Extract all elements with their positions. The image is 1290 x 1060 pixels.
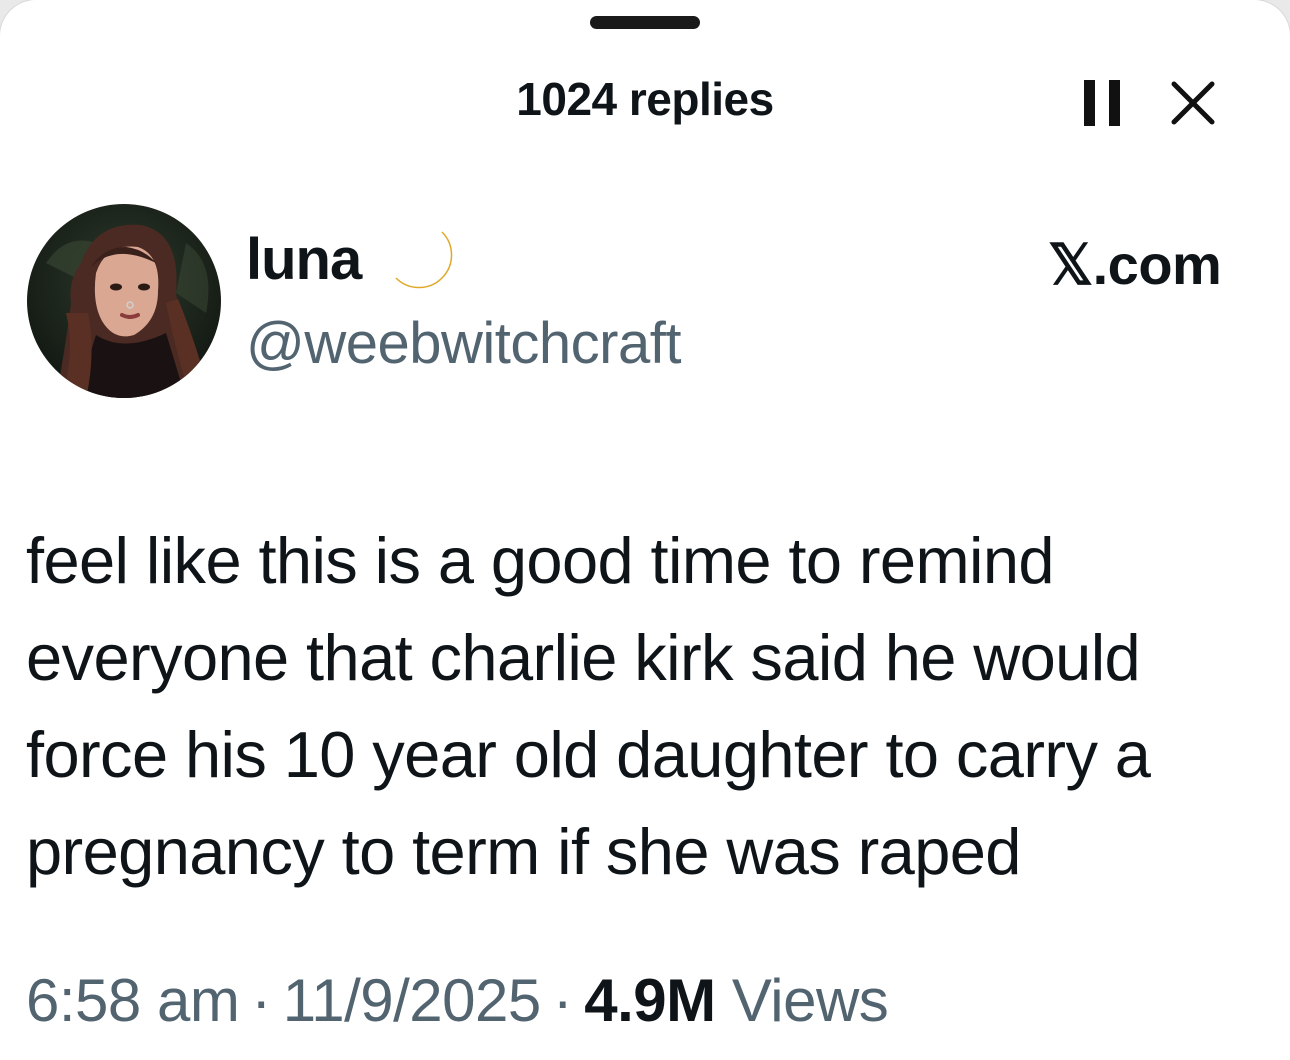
tweet-time[interactable]: 6:58 am [26,967,240,1034]
author-display-name[interactable]: luna [246,226,362,293]
author-handle[interactable]: @weebwitchcraft [246,310,681,377]
crescent-moon-icon [395,231,453,289]
source-x-com[interactable]: 𝕏.com [1048,232,1222,298]
views-count[interactable]: 4.9M [584,967,716,1034]
separator-dot: · [251,967,271,1034]
views-label: Views [731,967,889,1034]
replies-sheet: 1024 replies luna @weebwitchcraft 𝕏.com … [0,0,1290,1060]
pause-icon-bar [1109,80,1120,126]
close-icon[interactable] [1166,76,1220,130]
tweet-metadata: 6:58 am · 11/9/2025 · 4.9M Views [26,966,889,1035]
tweet-date[interactable]: 11/9/2025 [283,967,541,1034]
tweet-text: feel like this is a good time to remind … [26,524,1151,888]
avatar[interactable] [26,203,222,399]
sheet-grabber-handle[interactable] [590,16,700,29]
separator-dot: · [552,967,573,1034]
pause-icon [1084,80,1095,126]
pause-button[interactable] [1080,78,1128,128]
